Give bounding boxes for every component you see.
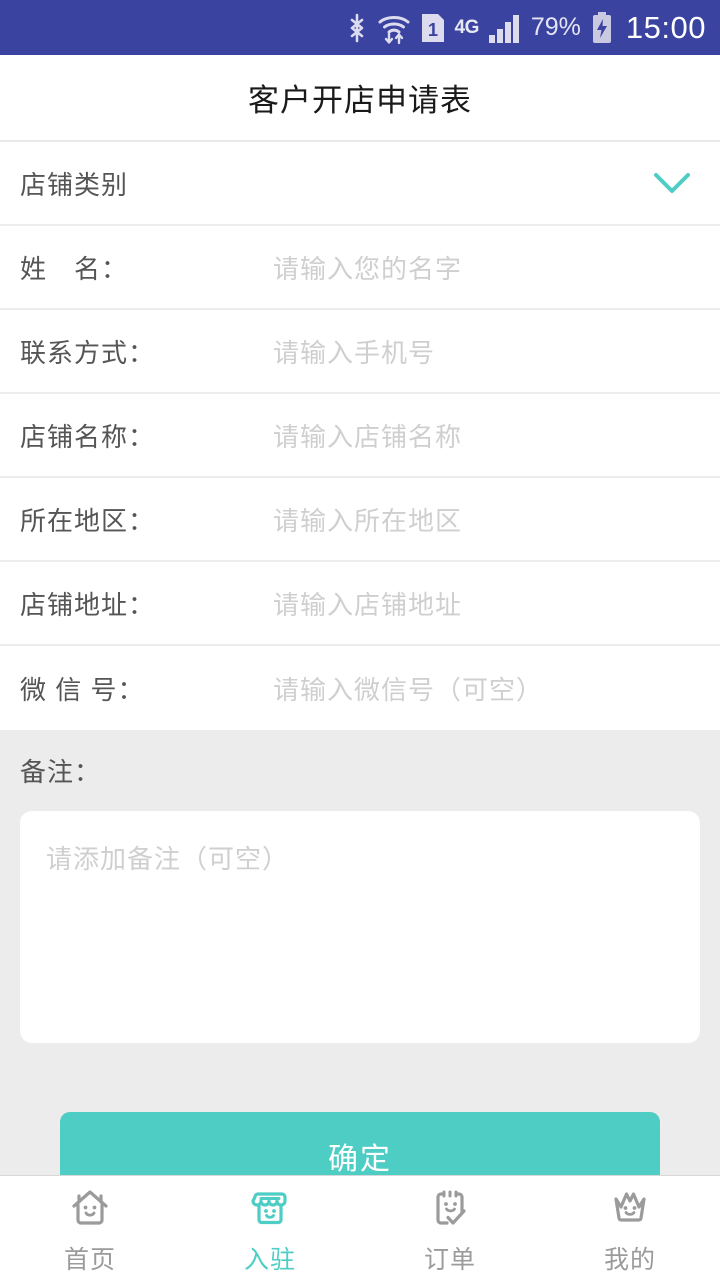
form-row-store-address[interactable]: 店铺地址： 请输入店铺地址 bbox=[0, 562, 720, 646]
bottom-navigation-bar: 首页 入驻 订单 我的 bbox=[0, 1175, 720, 1280]
form-row-contact[interactable]: 联系方式： 请输入手机号 bbox=[0, 310, 720, 394]
name-label: 姓 名： bbox=[20, 253, 129, 284]
region-input[interactable]: 请输入所在地区 bbox=[273, 501, 462, 538]
remark-section: 备注： 请添加备注（可空） bbox=[0, 730, 720, 1102]
home-icon bbox=[66, 1184, 114, 1232]
nav-label-home: 首页 bbox=[63, 1246, 116, 1274]
nav-item-home[interactable]: 首页 bbox=[0, 1176, 180, 1280]
nav-label-settle-in: 入驻 bbox=[243, 1246, 296, 1274]
status-bar: 1 4G 79% 15:00 bbox=[0, 0, 720, 55]
store-name-input[interactable]: 请输入店铺名称 bbox=[273, 417, 462, 454]
remark-placeholder: 请添加备注（可空） bbox=[46, 844, 290, 874]
contact-label: 联系方式： bbox=[20, 337, 156, 368]
form-row-name[interactable]: 姓 名： 请输入您的名字 bbox=[0, 226, 720, 310]
app-screen: 1 4G 79% 15:00 客户开店申请表 店铺类别 姓 名： 请输入您的名字… bbox=[0, 0, 720, 1280]
wifi-icon bbox=[377, 11, 411, 45]
name-input[interactable]: 请输入您的名字 bbox=[273, 249, 462, 286]
clock-label: 15:00 bbox=[625, 10, 706, 45]
contact-input[interactable]: 请输入手机号 bbox=[273, 333, 435, 370]
network-type-label: 4G bbox=[454, 17, 480, 38]
sim1-icon: 1 bbox=[420, 12, 446, 44]
store-address-label: 店铺地址： bbox=[20, 589, 156, 620]
order-clipboard-icon bbox=[426, 1184, 474, 1232]
form-row-store-name[interactable]: 店铺名称： 请输入店铺名称 bbox=[0, 394, 720, 478]
remark-textarea[interactable]: 请添加备注（可空） bbox=[20, 811, 700, 1043]
battery-charging-icon bbox=[590, 11, 614, 44]
form-row-wechat[interactable]: 微 信 号： 请输入微信号（可空） bbox=[0, 646, 720, 730]
store-category-label: 店铺类别 bbox=[20, 169, 129, 200]
page-title: 客户开店申请表 bbox=[248, 83, 472, 118]
region-label: 所在地区： bbox=[20, 505, 156, 536]
store-name-label: 店铺名称： bbox=[20, 421, 156, 452]
crown-icon bbox=[606, 1184, 654, 1232]
nav-item-orders[interactable]: 订单 bbox=[360, 1176, 540, 1280]
nav-label-mine: 我的 bbox=[603, 1246, 656, 1274]
remark-label: 备注： bbox=[20, 757, 102, 787]
shop-icon bbox=[246, 1184, 294, 1232]
application-form: 店铺类别 姓 名： 请输入您的名字 联系方式： 请输入手机号 店铺名称： 请输入… bbox=[0, 142, 720, 730]
chevron-down-icon[interactable] bbox=[650, 168, 694, 198]
wechat-label: 微 信 号： bbox=[20, 674, 145, 705]
battery-percent-label: 79% bbox=[530, 13, 581, 41]
page-header: 客户开店申请表 bbox=[0, 55, 720, 141]
signal-icon bbox=[488, 12, 522, 44]
nav-label-orders: 订单 bbox=[423, 1246, 476, 1274]
form-row-store-category[interactable]: 店铺类别 bbox=[0, 142, 720, 226]
bluetooth-icon bbox=[346, 12, 368, 44]
wechat-input[interactable]: 请输入微信号（可空） bbox=[273, 670, 543, 707]
nav-item-settle-in[interactable]: 入驻 bbox=[180, 1176, 360, 1280]
svg-text:1: 1 bbox=[428, 20, 438, 40]
form-row-region[interactable]: 所在地区： 请输入所在地区 bbox=[0, 478, 720, 562]
store-address-input[interactable]: 请输入店铺地址 bbox=[273, 585, 462, 622]
nav-item-mine[interactable]: 我的 bbox=[540, 1176, 720, 1280]
